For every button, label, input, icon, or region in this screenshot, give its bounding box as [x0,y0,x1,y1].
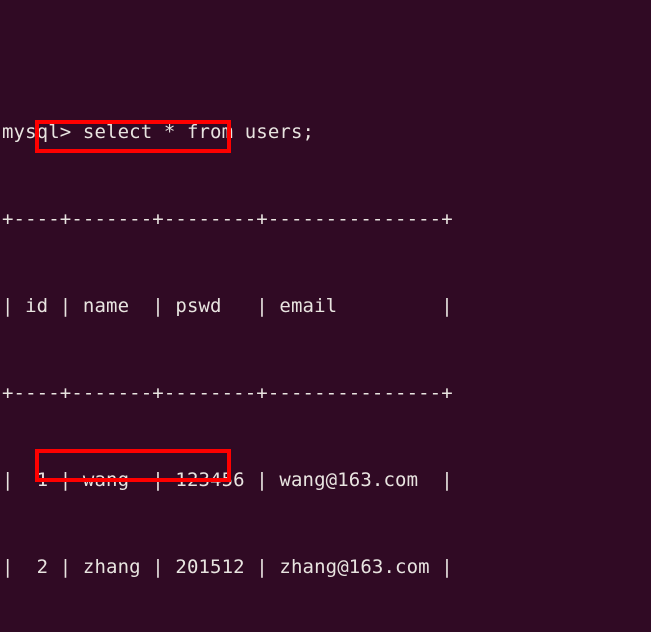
terminal-window[interactable]: mysql> select * from users; +----+------… [0,0,651,632]
table-row: | 2 | zhang | 201512 | zhang@163.com | [2,556,453,578]
table-top-rule: +----+-------+--------+---------------+ [2,208,453,230]
table-row: | 1 | wang | 123456 | wang@163.com | [2,469,453,491]
terminal-screen[interactable]: mysql> select * from users; +----+------… [2,2,453,632]
command-line: mysql> select * from users; [2,121,315,143]
table-header-rule: +----+-------+--------+---------------+ [2,382,453,404]
table-header-row: | id | name | pswd | email | [2,295,453,317]
